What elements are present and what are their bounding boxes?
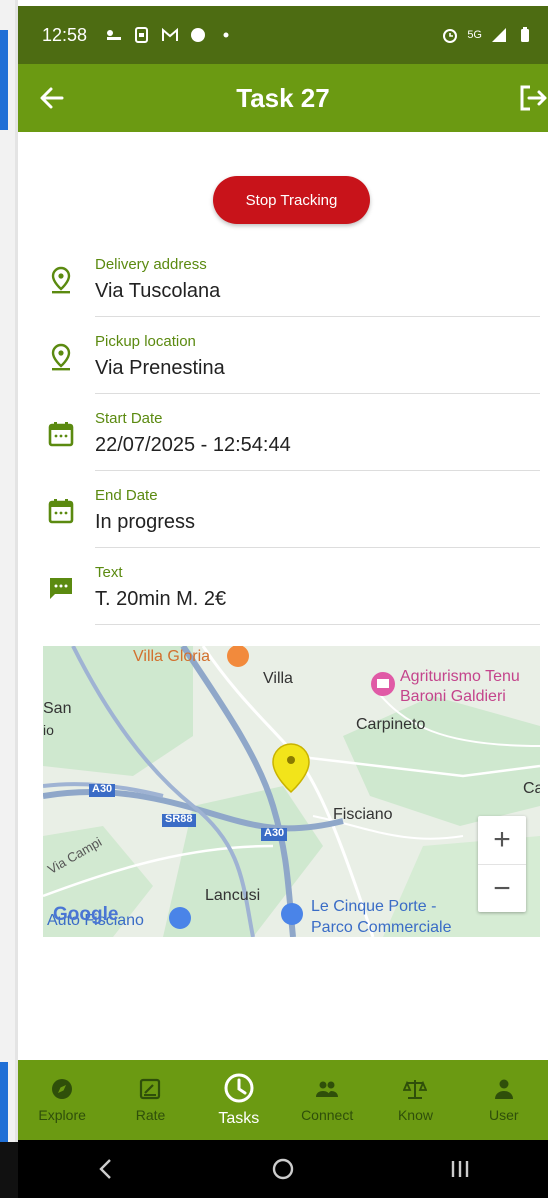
calendar-icon (48, 422, 74, 447)
map-label-a30-2: A30 (264, 827, 285, 839)
location-pin-icon (51, 343, 71, 371)
info-row-end-date: End Date In progress (18, 471, 548, 548)
rate-icon (140, 1078, 161, 1100)
info-text: Text T. 20min M. 2€ (95, 564, 226, 611)
nav-label: Connect (301, 1107, 354, 1123)
scales-icon (403, 1080, 428, 1099)
edge-dark-bottom (0, 1142, 18, 1198)
stop-tracking-button[interactable]: Stop Tracking (213, 176, 370, 224)
map-label-carpineto: Carpineto (356, 716, 426, 733)
gmail-icon (162, 27, 179, 41)
info-label: Delivery address (95, 256, 207, 273)
bottom-navigation: Explore Rate Tasks Connect Know User (18, 1060, 548, 1140)
info-value: 22/07/2025 - 12:54:44 (95, 434, 291, 456)
google-logo: Google (53, 904, 119, 925)
info-row-start-date: Start Date 22/07/2025 - 12:54:44 (18, 394, 548, 471)
system-back-icon[interactable] (91, 1154, 121, 1184)
system-navigation (18, 1140, 548, 1198)
info-value: Via Prenestina (95, 357, 225, 379)
location-pin-icon (51, 266, 71, 294)
app-bar: Task 27 (18, 64, 548, 132)
info-row-pickup: Pickup location Via Prenestina (18, 317, 548, 394)
map-view[interactable]: Villa Gloria Villa Agriturismo Tenu Baro… (43, 646, 540, 937)
info-row-text: Text T. 20min M. 2€ (18, 548, 548, 625)
map-label-ca: Ca (523, 780, 540, 797)
info-value: Via Tuscolana (95, 280, 221, 302)
nav-label: Know (397, 1107, 433, 1123)
map-label-san: San (43, 700, 72, 717)
map-label-a30: A30 (92, 783, 113, 795)
system-home-icon[interactable] (268, 1154, 298, 1184)
network-type: 5G (467, 29, 482, 41)
app-screen: 12:58 5G Task 27 Stop Tracking Delivery … (18, 0, 548, 1198)
nav-tasks[interactable]: Tasks (195, 1060, 283, 1140)
logout-icon[interactable] (516, 82, 548, 114)
map-label-io: io (43, 722, 54, 738)
map-label-fisciano: Fisciano (333, 806, 393, 823)
nav-know[interactable]: Know (371, 1060, 459, 1140)
zoom-controls: + − (478, 816, 526, 912)
status-time: 12:58 (42, 24, 88, 45)
nav-connect[interactable]: Connect (283, 1060, 371, 1140)
nav-rate[interactable]: Rate (106, 1060, 194, 1140)
info-value: T. 20min M. 2€ (95, 588, 227, 610)
info-row-delivery: Delivery address Via Tuscolana (18, 240, 548, 317)
map-label-sr88: SR88 (165, 813, 193, 825)
map-label-villa: Villa (263, 670, 293, 687)
dot-icon (223, 32, 229, 38)
info-text: Start Date 22/07/2025 - 12:54:44 (95, 410, 291, 457)
nav-label: Explore (38, 1107, 86, 1123)
nav-user[interactable]: User (460, 1060, 548, 1140)
nav-explore[interactable]: Explore (18, 1060, 106, 1140)
edge-blue-top (0, 30, 8, 130)
map-label-le-cinque-porte: Le Cinque Porte - (311, 898, 437, 915)
clock-icon (224, 1073, 254, 1103)
compass-icon (52, 1079, 73, 1099)
status-bar: 12:58 5G (18, 6, 548, 64)
key-icon (107, 30, 122, 40)
nav-label: Rate (135, 1107, 166, 1123)
info-text: Pickup location Via Prenestina (95, 333, 225, 380)
info-value: In progress (95, 511, 196, 533)
device-icon (135, 27, 149, 43)
battery-icon (521, 27, 529, 42)
left-edge-strip (0, 0, 18, 1198)
nav-label: Tasks (218, 1110, 260, 1127)
info-label: Start Date (95, 410, 163, 427)
map-label-baroni: Baroni Galdieri (400, 688, 506, 705)
map-label-villa-gloria: Villa Gloria (133, 648, 211, 665)
people-icon (316, 1081, 339, 1097)
map-label-lancusi: Lancusi (205, 887, 261, 904)
map-label-agriturismo: Agriturismo Tenu (400, 668, 520, 685)
status-notification-icons (105, 27, 235, 43)
info-label: Pickup location (95, 333, 196, 350)
nav-label: User (489, 1107, 519, 1123)
task-details: Delivery address Via Tuscolana Pickup lo… (18, 240, 548, 625)
alarm-icon (443, 29, 458, 43)
info-label: Text (95, 564, 123, 581)
back-arrow-icon[interactable] (36, 82, 68, 114)
zoom-out-button[interactable]: − (478, 864, 526, 913)
signal-icon (492, 28, 506, 42)
divider (95, 624, 540, 625)
chat-icon (50, 578, 72, 599)
edge-blue-bottom (0, 1062, 8, 1142)
zoom-in-button[interactable]: + (478, 816, 526, 864)
status-system-icons: 5G (441, 27, 534, 43)
app-badge-icon (191, 28, 206, 42)
info-label: End Date (95, 487, 158, 504)
info-text: Delivery address Via Tuscolana (95, 256, 220, 303)
calendar-icon (48, 499, 74, 524)
info-text: End Date In progress (95, 487, 195, 534)
map-label-parco: Parco Commerciale (311, 919, 452, 936)
person-icon (494, 1079, 513, 1099)
system-recents-icon[interactable] (445, 1154, 475, 1184)
page-title: Task 27 (236, 82, 330, 113)
